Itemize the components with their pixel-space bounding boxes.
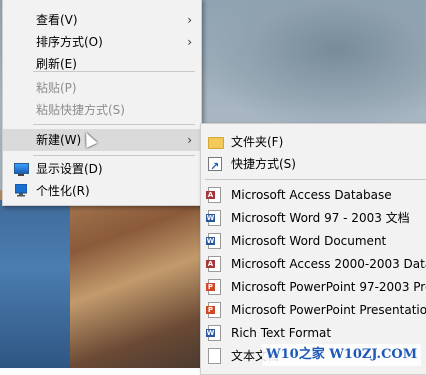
submenu-item-rich-text-format[interactable]: W Rich Text Format — [201, 322, 426, 344]
submenu-item-shortcut[interactable]: ↗ 快捷方式(S) — [201, 153, 426, 175]
menu-item-paste-shortcut: 粘贴快捷方式(S) — [3, 99, 201, 121]
new-submenu: 文件夹(F) ↗ 快捷方式(S) A Microsoft Access Data… — [200, 123, 426, 375]
chevron-right-icon: › — [187, 35, 192, 49]
submenu-item-label: Microsoft Word 97 - 2003 文档 — [231, 211, 410, 225]
submenu-item-word-document[interactable]: W Microsoft Word Document — [201, 230, 426, 252]
chevron-right-icon: › — [187, 13, 192, 27]
submenu-item-label: Microsoft Word Document — [231, 234, 387, 248]
submenu-item-label: Microsoft PowerPoint 97-2003 Pre — [231, 280, 426, 294]
menu-item-label: 排序方式(O) — [36, 35, 103, 49]
folder-icon — [208, 137, 224, 149]
menu-item-label: 个性化(R) — [36, 184, 90, 198]
menu-item-label: 粘贴(P) — [36, 81, 77, 95]
powerpoint-icon: P — [206, 279, 221, 295]
menu-item-label: 新建(W) — [36, 133, 82, 147]
menu-item-new[interactable]: 新建(W) › — [3, 129, 201, 151]
submenu-item-powerpoint-97-2003[interactable]: P Microsoft PowerPoint 97-2003 Pre — [201, 276, 426, 298]
display-settings-icon — [14, 163, 29, 174]
menu-item-paste: 粘贴(P) — [3, 77, 201, 99]
menu-separator — [205, 179, 426, 180]
menu-item-personalize[interactable]: 个性化(R) — [3, 180, 201, 202]
submenu-item-label: Microsoft Access Database — [231, 188, 392, 202]
wallpaper-tree — [201, 0, 426, 125]
personalize-icon — [15, 184, 27, 197]
watermark: W10之家 W10ZJ.COM — [262, 344, 422, 366]
submenu-item-label: 快捷方式(S) — [231, 157, 296, 171]
submenu-item-label: Microsoft PowerPoint Presentation — [231, 303, 426, 317]
word-icon: W — [206, 233, 221, 249]
menu-item-display-settings[interactable]: 显示设置(D) — [3, 158, 201, 180]
text-document-icon — [208, 348, 221, 364]
desktop-context-menu: 查看(V) › 排序方式(O) › 刷新(E) 粘贴(P) 粘贴快捷方式(S) … — [2, 0, 202, 206]
menu-separator — [33, 124, 195, 125]
access-icon: A — [206, 256, 221, 272]
shortcut-icon: ↗ — [208, 157, 222, 173]
access-icon: A — [206, 187, 221, 203]
menu-separator — [33, 155, 195, 156]
submenu-item-label: 文件夹(F) — [231, 135, 284, 149]
submenu-item-powerpoint-presentation[interactable]: P Microsoft PowerPoint Presentation — [201, 299, 426, 321]
submenu-item-label: Microsoft Access 2000-2003 Data — [231, 257, 426, 271]
submenu-item-folder[interactable]: 文件夹(F) — [201, 131, 426, 153]
menu-item-label: 粘贴快捷方式(S) — [36, 103, 125, 117]
menu-separator — [33, 71, 195, 72]
submenu-item-word-97-2003[interactable]: W Microsoft Word 97 - 2003 文档 — [201, 207, 426, 229]
powerpoint-icon: P — [206, 302, 221, 318]
submenu-item-label: Rich Text Format — [231, 326, 332, 340]
menu-item-label: 显示设置(D) — [36, 162, 103, 176]
menu-item-label: 查看(V) — [36, 13, 78, 27]
submenu-item-access-2000-2003[interactable]: A Microsoft Access 2000-2003 Data — [201, 253, 426, 275]
monitor-stand-icon — [18, 174, 24, 176]
word-icon: W — [206, 210, 221, 226]
chevron-right-icon: › — [187, 133, 192, 147]
submenu-item-access-database[interactable]: A Microsoft Access Database — [201, 184, 426, 206]
wallpaper-jacket — [0, 200, 70, 368]
menu-item-view[interactable]: 查看(V) › — [3, 9, 201, 31]
word-icon: W — [206, 325, 221, 341]
menu-item-sort-by[interactable]: 排序方式(O) › — [3, 31, 201, 53]
